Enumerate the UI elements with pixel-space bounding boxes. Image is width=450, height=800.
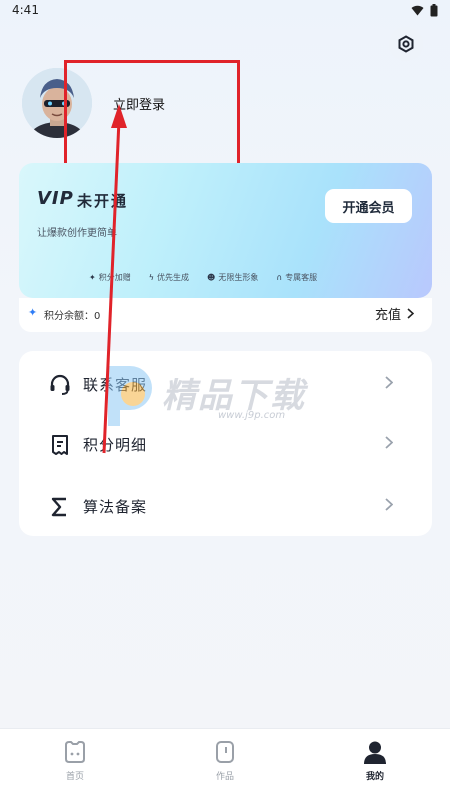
headset-icon: ∩ (276, 273, 283, 282)
open-membership-button[interactable]: 开通会员 (325, 189, 412, 223)
tab-label: 首页 (65, 772, 84, 782)
perk-label: 优先生成 (156, 273, 189, 282)
bottom-tab-bar: 首页 作品 我的 (0, 728, 450, 800)
tab-works[interactable]: 作品 (195, 739, 255, 799)
chevron-right-icon (385, 434, 394, 453)
vip-subtitle: 让爆款创作更简单 (37, 228, 117, 239)
perk-label: 积分加赠 (98, 273, 131, 282)
perk-label: 专属客服 (285, 273, 318, 282)
home-icon (65, 741, 85, 763)
tab-home[interactable]: 首页 (45, 739, 105, 799)
watermark: 精品下载 www.j9p.com (100, 360, 360, 440)
receipt-icon (52, 435, 68, 455)
works-icon (216, 741, 234, 763)
headset-icon (50, 374, 70, 395)
lightning-icon: ϟ (148, 273, 154, 282)
menu-item-label: 算法备案 (83, 498, 148, 516)
status-time: 4:41 (12, 3, 39, 17)
perk-item: ϟ 优先生成 (149, 272, 189, 283)
sparkle-icon: ✦ (28, 306, 38, 319)
recharge-button[interactable]: 充值 (375, 304, 414, 323)
vip-card[interactable]: VIP 未开通 让爆款创作更简单 开通会员 ✦ 积分加赠 ϟ 优先生成 ☻ 无限… (19, 163, 432, 298)
perk-item: ☻ 无限生形象 (207, 272, 258, 283)
status-icons (411, 4, 438, 17)
perk-item: ∩ 专属客服 (276, 272, 317, 283)
user-icon (364, 741, 386, 764)
settings-button[interactable] (389, 27, 423, 61)
points-balance: 积分余额：0 (44, 311, 101, 322)
tab-label: 我的 (365, 772, 384, 782)
recharge-label: 充值 (374, 308, 401, 323)
wifi-icon (411, 5, 424, 16)
chevron-right-icon (385, 496, 394, 515)
watermark-url: www.j9p.com (218, 410, 286, 421)
chevron-right-icon (407, 308, 414, 319)
perk-item: ✦ 积分加赠 (89, 272, 131, 283)
perk-label: 无限生形象 (218, 273, 259, 282)
watermark-logo-icon (108, 366, 152, 426)
menu-item-algorithm-filing[interactable]: 算法备案 (19, 476, 432, 536)
tab-mine[interactable]: 我的 (345, 739, 405, 799)
status-bar: 4:41 (0, 0, 450, 22)
points-balance-row: ✦ 积分余额：0 充值 (19, 298, 432, 332)
vip-perks: ✦ 积分加赠 ϟ 优先生成 ☻ 无限生形象 ∩ 专属客服 (89, 272, 335, 283)
battery-icon (430, 4, 438, 17)
face-icon: ☻ (206, 273, 216, 282)
sigma-icon (51, 497, 66, 517)
chevron-right-icon (385, 374, 394, 393)
annotation-box (64, 60, 240, 171)
vip-status: 未开通 (77, 192, 129, 210)
vip-logo: VIP (37, 188, 74, 209)
tab-label: 作品 (215, 772, 234, 782)
sparkle-icon: ✦ (89, 273, 96, 282)
hexagon-settings-icon (398, 35, 414, 53)
